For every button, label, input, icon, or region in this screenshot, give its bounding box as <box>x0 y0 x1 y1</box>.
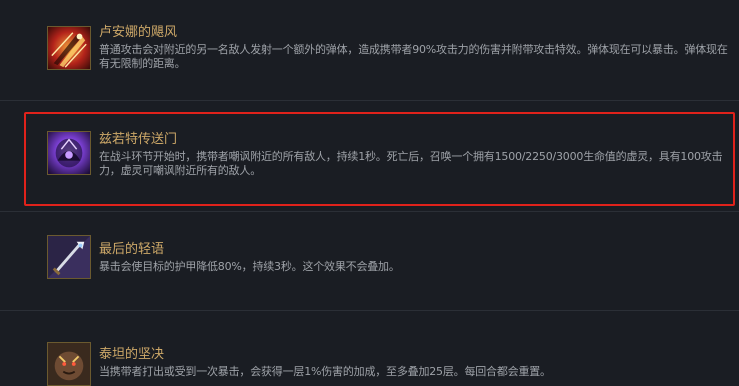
last-whisper-icon <box>47 235 91 279</box>
selection-highlight <box>24 112 735 206</box>
runaans-hurricane-icon <box>47 26 91 70</box>
item-description: 暴击会使目标的护甲降低80%，持续3秒。这个效果不会叠加。 <box>99 260 400 273</box>
item-description: 普通攻击会对附近的另一名敌人发射一个额外的弹体，造成携带者90%攻击力的伤害并附… <box>99 43 728 70</box>
item-title: 卢安娜的飓风 <box>99 25 178 40</box>
item-title: 泰坦的坚决 <box>99 347 165 362</box>
list-item[interactable]: 泰坦的坚决 当携带者打出或受到一次暴击，会获得一层1%伤害的加成，至多叠加25层… <box>0 311 739 386</box>
list-item[interactable]: 最后的轻语 暴击会使目标的护甲降低80%，持续3秒。这个效果不会叠加。 <box>0 212 739 310</box>
list-item[interactable]: 卢安娜的飓风 普通攻击会对附近的另一名敌人发射一个额外的弹体，造成携带者90%攻… <box>0 0 739 100</box>
item-title: 最后的轻语 <box>99 242 165 257</box>
item-list: 卢安娜的飓风 普通攻击会对附近的另一名敌人发射一个额外的弹体，造成携带者90%攻… <box>0 0 739 386</box>
item-description: 当携带者打出或受到一次暴击，会获得一层1%伤害的加成，至多叠加25层。每回合都会… <box>99 365 551 378</box>
titans-resolve-icon <box>47 342 91 386</box>
